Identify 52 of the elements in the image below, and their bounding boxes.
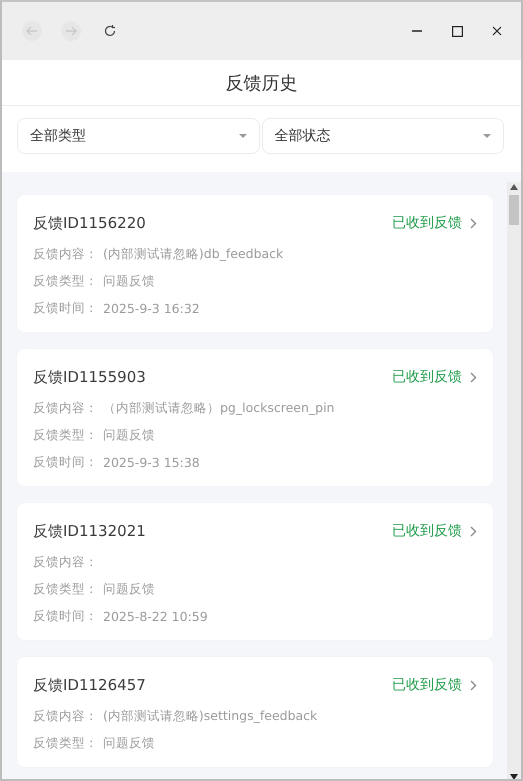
feedback-card[interactable]: 反馈ID1126457 已收到反馈 反馈内容： (内部测试请忽略)settings_feedback 反馈类型： 问题反馈: [17, 657, 493, 767]
forward-arrow-icon: [64, 24, 78, 38]
reload-icon: [103, 24, 117, 38]
field-label: 反馈类型：: [33, 273, 99, 290]
chevron-right-icon: [470, 680, 477, 690]
field-value: (内部测试请忽略)settings_feedback: [103, 708, 318, 725]
scroll-thumb[interactable]: [509, 195, 519, 225]
field-label: 反馈时间：: [33, 454, 99, 471]
status-link[interactable]: 已收到反馈: [392, 676, 477, 694]
field-label: 反馈时间：: [33, 608, 99, 625]
field-value: 问题反馈: [103, 581, 155, 598]
field-value: （内部测试请忽略）pg_lockscreen_pin: [103, 400, 334, 417]
field-value: 2025-9-3 16:32: [103, 301, 200, 316]
field-value: 2025-8-22 10:59: [103, 609, 208, 624]
field-label: 反馈类型：: [33, 427, 99, 444]
status-link[interactable]: 已收到反馈: [392, 522, 477, 540]
feedback-id: 反馈ID1132021: [33, 522, 146, 540]
maximize-icon: [452, 26, 462, 36]
chevron-right-icon: [470, 526, 477, 536]
dropdown-caret-icon: [238, 134, 246, 138]
scrollbar[interactable]: [507, 182, 521, 779]
close-icon: [492, 26, 502, 36]
feedback-card[interactable]: 反馈ID1156220 已收到反馈 反馈内容： (内部测试请忽略)db_feedback 反馈类型： 问题反馈 反馈时间： 2025-9-3 16:32: [17, 195, 493, 332]
minimize-icon: [412, 30, 422, 32]
field-label: 反馈内容：: [33, 708, 99, 725]
field-value: 问题反馈: [103, 735, 155, 752]
feedback-id: 反馈ID1156220: [33, 214, 146, 232]
feedback-id: 反馈ID1126457: [33, 676, 146, 694]
field-label: 反馈类型：: [33, 735, 99, 752]
field-label: 反馈时间：: [33, 300, 99, 317]
window-title: 反馈历史: [226, 72, 298, 94]
field-label: 反馈内容：: [33, 246, 99, 263]
status-link[interactable]: 已收到反馈: [392, 368, 477, 386]
field-value: 2025-9-3 15:38: [103, 455, 200, 470]
field-label: 反馈类型：: [33, 581, 99, 598]
field-label: 反馈内容：: [33, 554, 99, 571]
dropdown-caret-icon: [483, 134, 491, 138]
back-arrow-icon: [25, 24, 39, 38]
feedback-card[interactable]: 反馈ID1132021 已收到反馈 反馈内容： 反馈类型： 问题反馈 反馈时间： 2025-8-22 10:59: [17, 503, 493, 640]
field-label: 反馈内容：: [33, 400, 99, 417]
filter-dropdown[interactable]: 全部状态: [262, 118, 504, 154]
field-value: 问题反馈: [103, 273, 155, 290]
chevron-right-icon: [470, 372, 477, 382]
status-link[interactable]: 已收到反馈: [392, 214, 477, 232]
field-value: 问题反馈: [103, 427, 155, 444]
scroll-down-icon: [510, 774, 518, 779]
field-value: (内部测试请忽略)db_feedback: [103, 246, 284, 263]
feedback-id: 反馈ID1155903: [33, 368, 146, 386]
scroll-up-icon: [510, 184, 518, 190]
feedback-card[interactable]: 反馈ID1155903 已收到反馈 反馈内容： （内部测试请忽略）pg_lockscreen_pin 反馈类型： 问题反馈 反馈时间： 2025-9-3 15:38: [17, 349, 493, 486]
filter-dropdown[interactable]: 全部类型: [17, 118, 260, 154]
chevron-right-icon: [470, 218, 477, 228]
